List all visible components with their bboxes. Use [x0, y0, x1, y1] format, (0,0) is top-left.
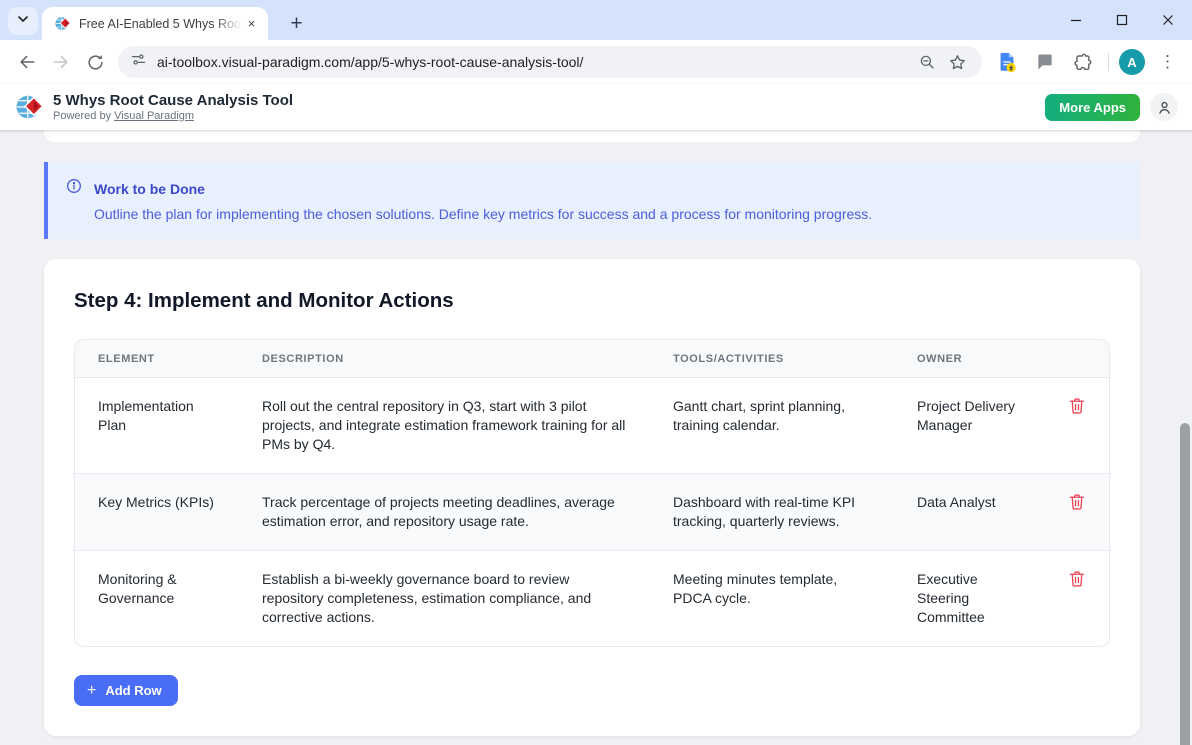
extensions-area: A ⋮: [992, 47, 1182, 77]
forward-button[interactable]: [44, 45, 78, 79]
cell-element[interactable]: Monitoring & Governance: [75, 551, 239, 646]
bookmark-star-icon[interactable]: [942, 47, 972, 77]
cell-description[interactable]: Roll out the central repository in Q3, s…: [239, 378, 650, 473]
actions-table: ELEMENT DESCRIPTION TOOLS/ACTIVITIES OWN…: [74, 339, 1110, 647]
browser-tab-active[interactable]: Free AI-Enabled 5 Whys Root Ca ×: [42, 7, 268, 40]
app-header: 5 Whys Root Cause Analysis Tool Powered …: [0, 84, 1192, 130]
table-header-row: ELEMENT DESCRIPTION TOOLS/ACTIVITIES OWN…: [75, 340, 1109, 378]
table-row: Implementation Plan Roll out the central…: [75, 378, 1109, 474]
address-bar[interactable]: ai-toolbox.visual-paradigm.com/app/5-why…: [118, 46, 982, 78]
column-header-owner: OWNER: [894, 340, 1044, 377]
powered-by: Powered by Visual Paradigm: [53, 110, 293, 123]
column-header-element: ELEMENT: [75, 340, 239, 377]
table-row: Monitoring & Governance Establish a bi-w…: [75, 551, 1109, 646]
url-text[interactable]: ai-toolbox.visual-paradigm.com/app/5-why…: [157, 54, 912, 70]
more-apps-button[interactable]: More Apps: [1045, 94, 1140, 121]
app-title: 5 Whys Root Cause Analysis Tool: [53, 92, 293, 110]
window-minimize-icon[interactable]: [1066, 10, 1086, 30]
tab-search-button[interactable]: [8, 7, 38, 35]
column-header-description: DESCRIPTION: [239, 340, 650, 377]
extensions-puzzle-icon[interactable]: [1068, 47, 1098, 77]
cell-owner[interactable]: Executive Steering Committee: [894, 551, 1044, 646]
user-account-button[interactable]: [1150, 93, 1178, 121]
browser-menu-icon[interactable]: ⋮: [1153, 52, 1182, 72]
delete-row-button[interactable]: [1066, 493, 1088, 515]
reload-button[interactable]: [78, 45, 112, 79]
cell-owner[interactable]: Data Analyst: [894, 474, 1044, 550]
tab-title: Free AI-Enabled 5 Whys Root Ca: [79, 17, 243, 31]
header-right: More Apps: [1045, 93, 1178, 121]
delete-row-button[interactable]: [1066, 397, 1088, 419]
page-content: Work to be Done Outline the plan for imp…: [0, 130, 1192, 745]
powered-by-prefix: Powered by: [53, 110, 114, 122]
add-row-label: Add Row: [105, 683, 161, 698]
cell-tools[interactable]: Dashboard with real-time KPI tracking, q…: [650, 474, 894, 550]
back-button[interactable]: [10, 45, 44, 79]
cell-element[interactable]: Implementation Plan: [75, 378, 239, 473]
column-header-tools: TOOLS/ACTIVITIES: [650, 340, 894, 377]
work-to-be-done-banner: Work to be Done Outline the plan for imp…: [44, 162, 1140, 239]
docs-offline-extension-icon[interactable]: [992, 47, 1022, 77]
table-row: Key Metrics (KPIs) Track percentage of p…: [75, 474, 1109, 551]
window-maximize-icon[interactable]: [1112, 10, 1132, 30]
cell-element[interactable]: Key Metrics (KPIs): [75, 474, 239, 550]
banner-description: Outline the plan for implementing the ch…: [94, 205, 1118, 223]
plus-icon: +: [87, 684, 96, 698]
step4-card: Step 4: Implement and Monitor Actions EL…: [44, 259, 1140, 736]
column-header-actions: [1044, 340, 1109, 377]
site-settings-icon[interactable]: [130, 51, 147, 73]
chevron-down-icon: [17, 12, 29, 30]
page-scrollbar[interactable]: [1180, 423, 1190, 745]
cell-owner[interactable]: Project Delivery Manager: [894, 378, 1044, 473]
toolbar-divider: [1108, 53, 1109, 71]
delete-row-button[interactable]: [1066, 570, 1088, 592]
tab-close-icon[interactable]: ×: [243, 15, 260, 32]
cell-tools[interactable]: Gantt chart, sprint planning, training c…: [650, 378, 894, 473]
banner-title: Work to be Done: [94, 181, 205, 197]
cell-description[interactable]: Establish a bi-weekly governance board t…: [239, 551, 650, 646]
add-row-button[interactable]: + Add Row: [74, 675, 178, 706]
scrolled-card-bottom: [44, 130, 1140, 142]
cell-description[interactable]: Track percentage of projects meeting dea…: [239, 474, 650, 550]
window-close-icon[interactable]: [1158, 10, 1178, 30]
visual-paradigm-link[interactable]: Visual Paradigm: [114, 110, 194, 122]
browser-tab-strip: Free AI-Enabled 5 Whys Root Ca × +: [0, 0, 1192, 40]
browser-profile-avatar[interactable]: A: [1119, 49, 1145, 75]
window-controls: [1066, 0, 1178, 40]
info-icon: [66, 178, 82, 199]
browser-toolbar: ai-toolbox.visual-paradigm.com/app/5-why…: [0, 40, 1192, 84]
app-title-block: 5 Whys Root Cause Analysis Tool Powered …: [53, 92, 293, 123]
cell-tools[interactable]: Meeting minutes template, PDCA cycle.: [650, 551, 894, 646]
visual-paradigm-favicon-icon: [54, 15, 71, 32]
step-heading: Step 4: Implement and Monitor Actions: [74, 289, 1110, 313]
new-tab-button[interactable]: +: [282, 9, 311, 38]
chat-extension-icon[interactable]: [1030, 47, 1060, 77]
zoom-out-icon[interactable]: [912, 47, 942, 77]
visual-paradigm-logo-icon: [14, 92, 44, 122]
